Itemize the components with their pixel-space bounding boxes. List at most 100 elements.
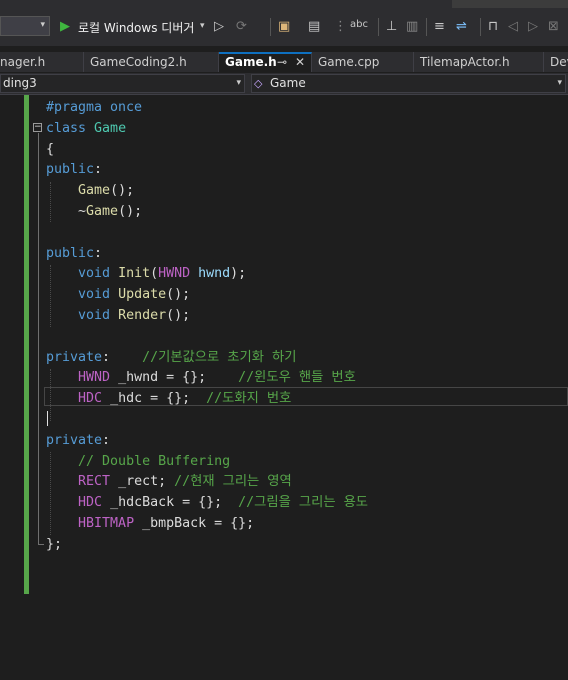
change-tracking-bar	[24, 95, 29, 594]
tab-dev[interactable]: Dev	[544, 52, 568, 72]
folder-icon[interactable]: ▣	[278, 19, 290, 34]
format-icon[interactable]: ≡	[434, 19, 445, 34]
code-line[interactable]: private: //기본값으로 초기화 하기	[46, 348, 368, 369]
tab-game-h[interactable]: Game.h ⊸ ✕	[219, 52, 312, 72]
code-line[interactable]: };	[46, 535, 368, 556]
code-line[interactable]: {	[46, 140, 368, 161]
tab-manager-h[interactable]: nager.h	[0, 52, 84, 72]
code-token: );	[230, 266, 247, 282]
code-token: ();	[110, 183, 135, 199]
code-token: HDC	[78, 495, 103, 511]
code-line[interactable]: void Init(HWND hwnd);	[46, 264, 368, 285]
play-outline-icon[interactable]: ▷	[214, 19, 224, 34]
code-line[interactable]: HBITMAP _bmpBack = {};	[46, 514, 368, 535]
code-line[interactable]	[46, 223, 368, 244]
tab-gamecoding2-h[interactable]: GameCoding2.h	[84, 52, 219, 72]
debug-step-icon[interactable]: ⊥	[386, 19, 397, 34]
code-line[interactable]: private:	[46, 431, 368, 452]
run-debugger-button[interactable]: 로컬 Windows 디버거	[78, 19, 194, 36]
close-icon[interactable]: ✕	[295, 54, 305, 71]
code-line[interactable]: void Render();	[46, 306, 368, 327]
tab-label: Game.h	[225, 55, 277, 69]
bookmark-icon[interactable]: ⊓	[488, 19, 498, 34]
menu-bar	[0, 0, 568, 8]
code-token: _hdc = {};	[102, 391, 207, 407]
bookmark-prev-icon[interactable]: ◁	[508, 19, 518, 34]
class-icon: ◇	[254, 77, 263, 90]
bookmark-clear-icon[interactable]: ⊠	[548, 19, 559, 34]
outline-guide-end	[38, 539, 44, 545]
tab-game-cpp[interactable]: Game.cpp	[312, 52, 414, 72]
code-text[interactable]: #pragma once class Game{public: Game(); ~…	[46, 98, 368, 556]
chevron-down-icon: ▾	[557, 78, 562, 88]
uncomment-icon[interactable]: ⇌	[456, 19, 467, 34]
toolbar-divider	[426, 18, 427, 36]
outline-guide	[38, 133, 39, 540]
code-line[interactable]	[46, 327, 368, 348]
solution-config-dropdown[interactable]: ▾	[0, 16, 50, 36]
scope-dropdown[interactable]: ◇ Game ▾	[251, 74, 566, 93]
project-dropdown[interactable]: ding3 ▾	[0, 74, 245, 93]
code-line[interactable]: ~Game();	[46, 202, 368, 223]
code-token: :	[94, 162, 103, 178]
code-line[interactable]: HDC _hdcBack = {}; //그림을 그리는 용도	[46, 493, 368, 514]
code-token: HWND	[158, 266, 191, 282]
attach-icon[interactable]: ⟳	[236, 19, 247, 34]
bookmark-next-icon[interactable]: ▷	[528, 19, 538, 34]
spell-check-icon[interactable]: abc	[350, 19, 368, 30]
code-token: hwnd	[190, 266, 231, 282]
code-token: ();	[166, 287, 191, 303]
comment-icon[interactable]: ▥	[406, 19, 418, 34]
code-line[interactable]: HDC _hdc = {}; //도화지 번호	[46, 389, 368, 410]
code-token: void	[78, 307, 119, 323]
chevron-down-icon: ▾	[40, 20, 45, 30]
code-token: ();	[118, 203, 143, 219]
code-token: void	[78, 287, 119, 303]
code-token: };	[46, 536, 63, 552]
code-token: //윈도우 핸들 번호	[238, 370, 356, 386]
account-box[interactable]	[452, 0, 568, 8]
code-line[interactable]: public:	[46, 160, 368, 181]
layout-icon[interactable]: ▤	[308, 19, 320, 34]
code-token: _hdcBack = {};	[102, 495, 239, 511]
toolbar-divider	[378, 18, 379, 36]
code-token: class	[46, 120, 95, 136]
code-token: ();	[166, 307, 191, 323]
collapse-icon[interactable]: −	[33, 123, 42, 132]
code-token: public	[46, 162, 95, 178]
code-line[interactable]: #pragma once	[46, 98, 368, 119]
dotted-divider-icon: ⋮	[334, 19, 347, 34]
code-line[interactable]: RECT _rect; //현재 그리는 영역	[46, 472, 368, 493]
pin-icon[interactable]: ⊸	[277, 54, 287, 71]
code-line[interactable]: Game();	[46, 181, 368, 202]
play-icon[interactable]: ▶	[60, 19, 70, 34]
code-line[interactable]	[46, 410, 368, 431]
code-line[interactable]: class Game	[46, 119, 368, 140]
code-line[interactable]: void Update();	[46, 285, 368, 306]
code-token: //현재 그리는 영역	[174, 474, 292, 490]
toolbar: ▾ ▶ 로컬 Windows 디버거 ▾ ▷ ⟳ ▣ ▤ ⋮ abc ⊥ ▥ ≡…	[0, 8, 568, 46]
code-line[interactable]: // Double Buffering	[46, 452, 368, 473]
chevron-down-icon[interactable]: ▾	[200, 21, 205, 31]
text-caret	[47, 411, 48, 427]
code-token: Game	[94, 120, 127, 136]
code-token: :	[94, 245, 103, 261]
code-line[interactable]: HWND _hwnd = {}; //윈도우 핸들 번호	[46, 368, 368, 389]
toolbar-divider	[480, 18, 481, 36]
code-token: _hwnd = {};	[110, 370, 239, 386]
code-line[interactable]: public:	[46, 244, 368, 265]
tab-tilemapactor-h[interactable]: TilemapActor.h	[414, 52, 544, 72]
code-token: Render	[118, 307, 167, 323]
code-token: :	[102, 349, 143, 365]
code-token: // Double Buffering	[78, 453, 231, 469]
code-token: #pragma once	[46, 100, 143, 115]
code-token: private	[46, 432, 103, 448]
code-editor[interactable]: − #pragma once class Game{public: Game();…	[0, 95, 568, 680]
